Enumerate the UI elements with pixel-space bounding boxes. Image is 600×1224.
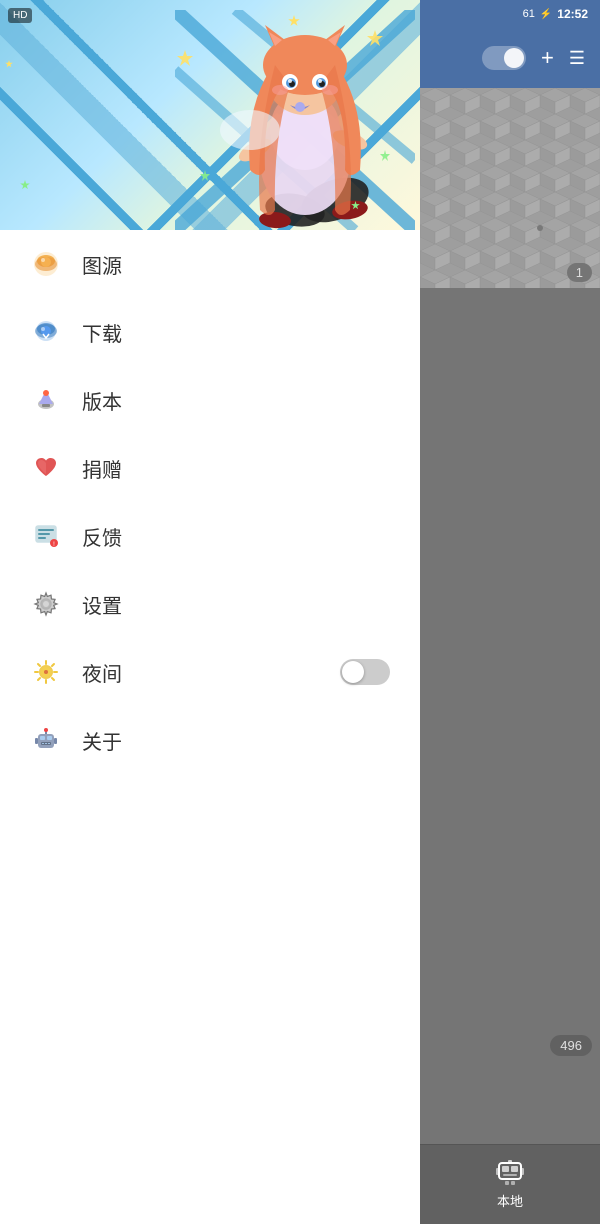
source-icon [30, 248, 62, 280]
menu-item-about[interactable]: 关于 [0, 706, 420, 774]
night-toggle[interactable] [340, 659, 390, 685]
about-icon [30, 724, 62, 756]
download-label: 下载 [82, 318, 390, 347]
feedback-icon: ! [30, 520, 62, 552]
settings-icon [30, 588, 62, 620]
menu-item-settings[interactable]: 设置 [0, 570, 420, 638]
top-toggle[interactable] [482, 46, 526, 70]
menu-item-night[interactable]: 夜间 [0, 638, 420, 706]
anime-character [175, 10, 415, 230]
local-icon [495, 1159, 525, 1187]
hd-badge: HD [8, 8, 32, 23]
version-label: 版本 [82, 386, 390, 415]
version-icon [30, 384, 62, 416]
drawer-panel: HD [0, 0, 420, 1224]
right-panel: 61 ⚡ 12:52 + ☰ [420, 0, 600, 1224]
grid-pattern-area: 1 496 [420, 88, 600, 1144]
nav-local-label: 本地 [497, 1191, 523, 1210]
badge-count-496: 496 [550, 1035, 592, 1056]
source-label: 图源 [82, 250, 390, 279]
menu-item-donate[interactable]: 捐赠 [0, 434, 420, 502]
donate-icon [30, 452, 62, 484]
settings-label: 设置 [82, 590, 390, 619]
download-icon [30, 316, 62, 348]
bottom-nav[interactable]: 本地 [420, 1144, 600, 1224]
feedback-label: 反馈 [82, 522, 390, 551]
add-icon[interactable]: + [541, 45, 554, 71]
menu-item-source[interactable]: 图源 [0, 230, 420, 298]
time-display: 12:52 [557, 7, 588, 21]
sparkle-green [20, 180, 30, 190]
cube-grid-svg [420, 88, 600, 288]
lightning-icon: ⚡ [540, 9, 552, 20]
battery-level: 61 [523, 8, 535, 20]
right-topbar: + ☰ [420, 28, 600, 88]
menu-item-download[interactable]: 下载 [0, 298, 420, 366]
about-label: 关于 [82, 726, 390, 755]
night-icon [30, 656, 62, 688]
grid-pattern [420, 88, 600, 288]
menu-item-feedback[interactable]: ! 反馈 [0, 502, 420, 570]
status-bar: 61 ⚡ 12:52 [420, 0, 600, 28]
menu-item-version[interactable]: 版本 [0, 366, 420, 434]
menu-list: 图源 下载 [0, 230, 420, 1224]
sparkle-yellow-2 [5, 60, 13, 68]
hero-image: HD [0, 0, 420, 230]
nav-local[interactable]: 本地 [495, 1159, 525, 1210]
menu-icon-right[interactable]: ☰ [569, 48, 585, 69]
badge-count-1: 1 [567, 263, 592, 282]
content-area [420, 288, 600, 848]
donate-label: 捐赠 [82, 454, 390, 483]
night-label: 夜间 [82, 658, 340, 687]
